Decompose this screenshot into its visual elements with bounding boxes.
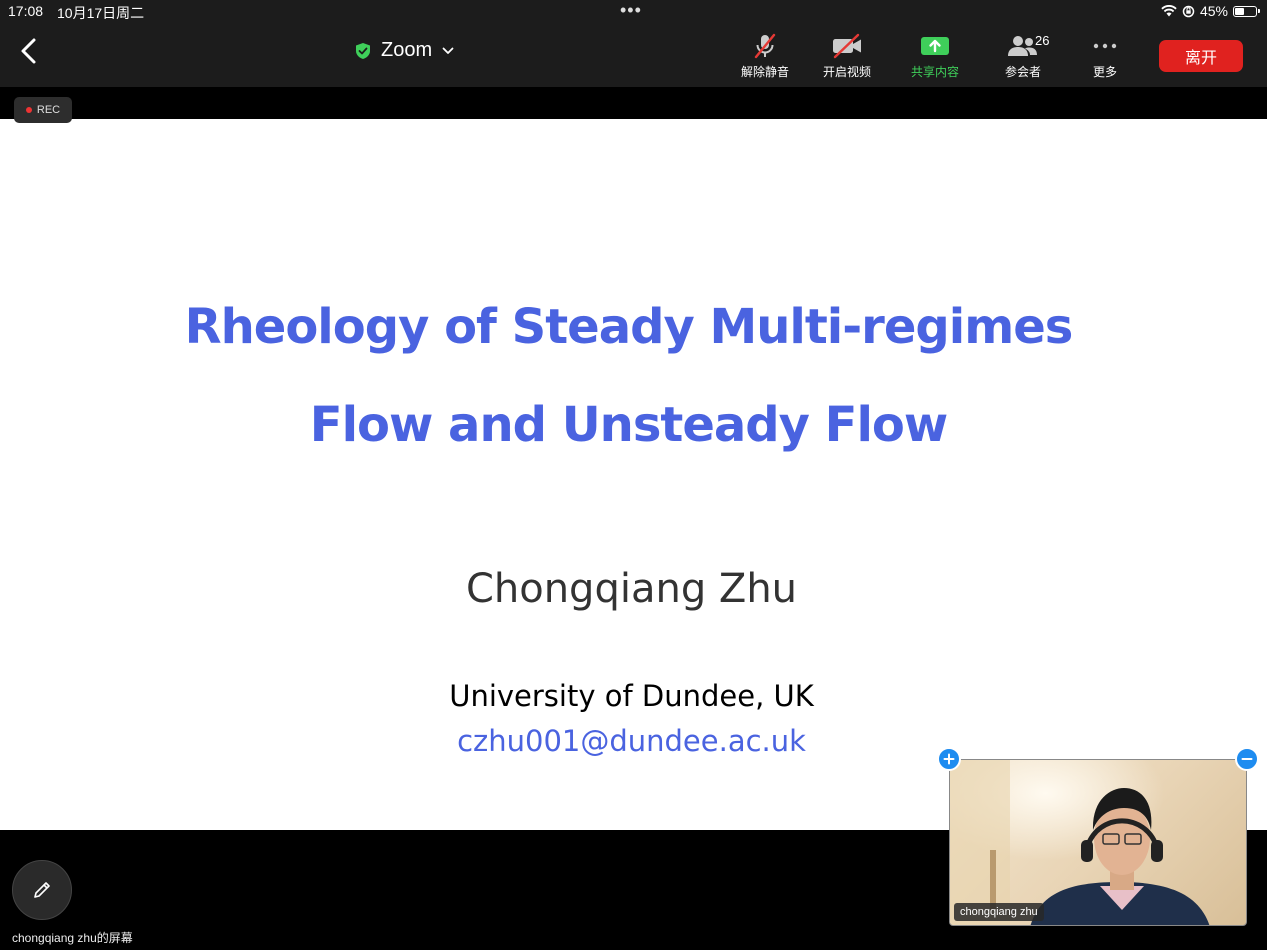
annotate-button[interactable] [12, 860, 72, 920]
share-content-label: 共享内容 [910, 65, 959, 79]
video-off-icon [833, 33, 861, 59]
pencil-icon [34, 882, 50, 898]
participant-name-tag: chongqiang zhu [954, 903, 1044, 921]
more-label: 更多 [1092, 65, 1117, 79]
plus-icon [943, 753, 955, 765]
participants-label: 参会者 [1004, 65, 1041, 79]
screen-owner-label: chongqiang zhu的屏幕 [12, 931, 133, 945]
meeting-title: Zoom [381, 39, 433, 61]
share-screen-icon [921, 37, 949, 55]
slide-email: czhu001@dundee.ac.uk [457, 724, 806, 758]
zoom-meeting-window: 17:08 10月17日周二 ••• 45% Zoom 解除静音 开启视频 共享… [0, 0, 1267, 950]
battery-fill [1235, 7, 1244, 15]
meeting-toolbar: Zoom 解除静音 开启视频 共享内容 26 参会者 更多 离开 [0, 24, 1267, 87]
minimize-video-button[interactable] [1235, 747, 1259, 771]
wifi-icon [1161, 5, 1177, 17]
back-button[interactable] [16, 36, 44, 66]
more-button[interactable]: 更多 [1070, 32, 1140, 80]
start-video-label: 开启视频 [822, 65, 871, 79]
battery-icon [1233, 5, 1260, 17]
slide-title-line-2: Flow and Unsteady Flow [309, 397, 948, 453]
status-date: 10月17日周二 [57, 5, 145, 21]
more-dots-icon [1093, 43, 1117, 49]
recording-label: REC [36, 104, 61, 116]
shield-check-icon [356, 42, 370, 59]
shared-screen-slide: Rheology of Steady Multi-regimes Flow an… [0, 119, 1267, 830]
battery-percent: 45% [1199, 3, 1228, 19]
meeting-title-dropdown[interactable]: Zoom [355, 39, 454, 62]
recording-dot-icon [25, 107, 32, 113]
slide-affiliation: University of Dundee, UK [449, 679, 814, 713]
unmute-button[interactable]: 解除静音 [730, 32, 800, 80]
multitasking-dots-icon[interactable]: ••• [620, 0, 642, 21]
leave-button[interactable]: 离开 [1159, 40, 1243, 72]
participant-video-feed [950, 760, 1246, 925]
status-time: 17:08 [8, 3, 44, 19]
unmute-label: 解除静音 [740, 65, 789, 79]
participants-button[interactable]: 26 参会者 [988, 32, 1058, 80]
expand-video-button[interactable] [937, 747, 961, 771]
share-content-button[interactable]: 共享内容 [900, 32, 970, 80]
slide-author: Chongqiang Zhu [465, 566, 798, 612]
orientation-lock-icon [1182, 5, 1195, 17]
minus-icon [1241, 758, 1253, 760]
chevron-left-icon [21, 38, 36, 64]
start-video-button[interactable]: 开启视频 [812, 32, 882, 80]
status-bar: 17:08 10月17日周二 ••• 45% [0, 0, 1267, 24]
slide-title-line-1: Rheology of Steady Multi-regimes [184, 299, 1074, 355]
status-right: 45% [1161, 3, 1260, 19]
recording-badge[interactable]: REC [14, 97, 72, 123]
chevron-down-icon [442, 47, 454, 54]
participants-count: 26 [1035, 33, 1050, 48]
participant-video-thumbnail[interactable]: chongqiang zhu [949, 759, 1247, 926]
microphone-muted-icon [754, 33, 776, 59]
